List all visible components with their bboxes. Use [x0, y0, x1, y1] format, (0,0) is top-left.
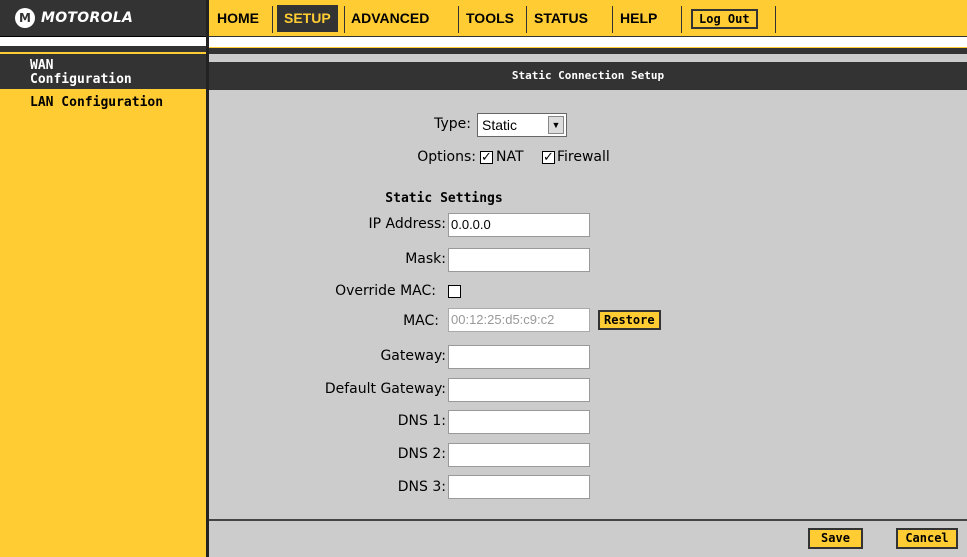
override-mac-label: Override MAC: — [335, 283, 436, 299]
type-select[interactable]: Static ▼ — [477, 113, 567, 137]
restore-button[interactable]: Restore — [598, 310, 661, 330]
mask-input[interactable] — [448, 248, 590, 272]
options-label: Options: — [417, 149, 476, 165]
motorola-logo: M MOTOROLA — [0, 0, 206, 37]
top-nav: HOME SETUP ADVANCED TOOLS STATUS HELP Lo… — [209, 0, 967, 37]
nav-separator — [458, 6, 459, 33]
sidebar-item-lan-configuration[interactable]: LAN Configuration — [0, 89, 206, 114]
default-gateway-label: Default Gateway: — [324, 381, 446, 397]
sidebar-item-label: WAN — [30, 58, 54, 73]
sidebar-dark-bar — [0, 46, 206, 52]
nav-status[interactable]: STATUS — [534, 10, 588, 26]
brand-name: MOTOROLA — [41, 10, 134, 26]
nav-separator — [272, 6, 273, 33]
ip-address-input[interactable]: 0.0.0.0 — [448, 213, 590, 237]
nav-separator — [775, 6, 776, 33]
dns2-label: DNS 2: — [397, 446, 446, 462]
sidebar-item-label: Configuration — [30, 72, 132, 87]
sidebar-item-label: LAN Configuration — [30, 95, 164, 110]
nat-checkbox[interactable]: ✓ — [480, 151, 493, 164]
gateway-input[interactable] — [448, 345, 590, 369]
ip-address-label: IP Address: — [368, 216, 447, 232]
footer-divider — [209, 519, 967, 521]
default-gateway-input[interactable] — [448, 378, 590, 402]
type-label: Type: — [434, 116, 471, 132]
nav-separator — [526, 6, 527, 33]
dns1-label: DNS 1: — [397, 413, 446, 429]
dns3-input[interactable] — [448, 475, 590, 499]
override-mac-checkbox[interactable] — [448, 285, 461, 298]
sidebar: WAN Configuration LAN Configuration — [0, 54, 206, 114]
dns1-input[interactable] — [448, 410, 590, 434]
nav-separator — [681, 6, 682, 33]
mac-input: 00:12:25:d5:c9:c2 — [448, 308, 590, 332]
motorola-m-icon: M — [15, 8, 35, 28]
nav-separator — [344, 6, 345, 33]
nav-tools[interactable]: TOOLS — [466, 10, 514, 26]
nav-advanced[interactable]: ADVANCED — [351, 10, 429, 26]
firewall-checkbox[interactable]: ✓ — [542, 151, 555, 164]
nat-label: NAT — [496, 149, 524, 165]
nav-help[interactable]: HELP — [620, 10, 657, 26]
main-panel: Static Connection Setup Type: Static ▼ O… — [209, 54, 967, 557]
mac-label: MAC: — [403, 313, 439, 329]
logout-button[interactable]: Log Out — [691, 9, 758, 29]
static-settings-heading: Static Settings — [385, 191, 503, 206]
save-button[interactable]: Save — [808, 528, 863, 549]
cancel-button[interactable]: Cancel — [896, 528, 958, 549]
nav-home[interactable]: HOME — [217, 10, 259, 26]
mask-label: Mask: — [405, 251, 446, 267]
dns2-input[interactable] — [448, 443, 590, 467]
dns3-label: DNS 3: — [397, 479, 446, 495]
type-select-value: Static — [482, 117, 518, 133]
firewall-label: Firewall — [557, 149, 610, 165]
section-title: Static Connection Setup — [209, 62, 967, 90]
nav-separator — [612, 6, 613, 33]
nav-setup[interactable]: SETUP — [277, 5, 338, 32]
chevron-down-icon[interactable]: ▼ — [548, 116, 564, 134]
content-spacer — [209, 42, 967, 47]
gateway-label: Gateway: — [380, 348, 446, 364]
sidebar-item-wan-configuration[interactable]: WAN Configuration — [0, 54, 206, 89]
